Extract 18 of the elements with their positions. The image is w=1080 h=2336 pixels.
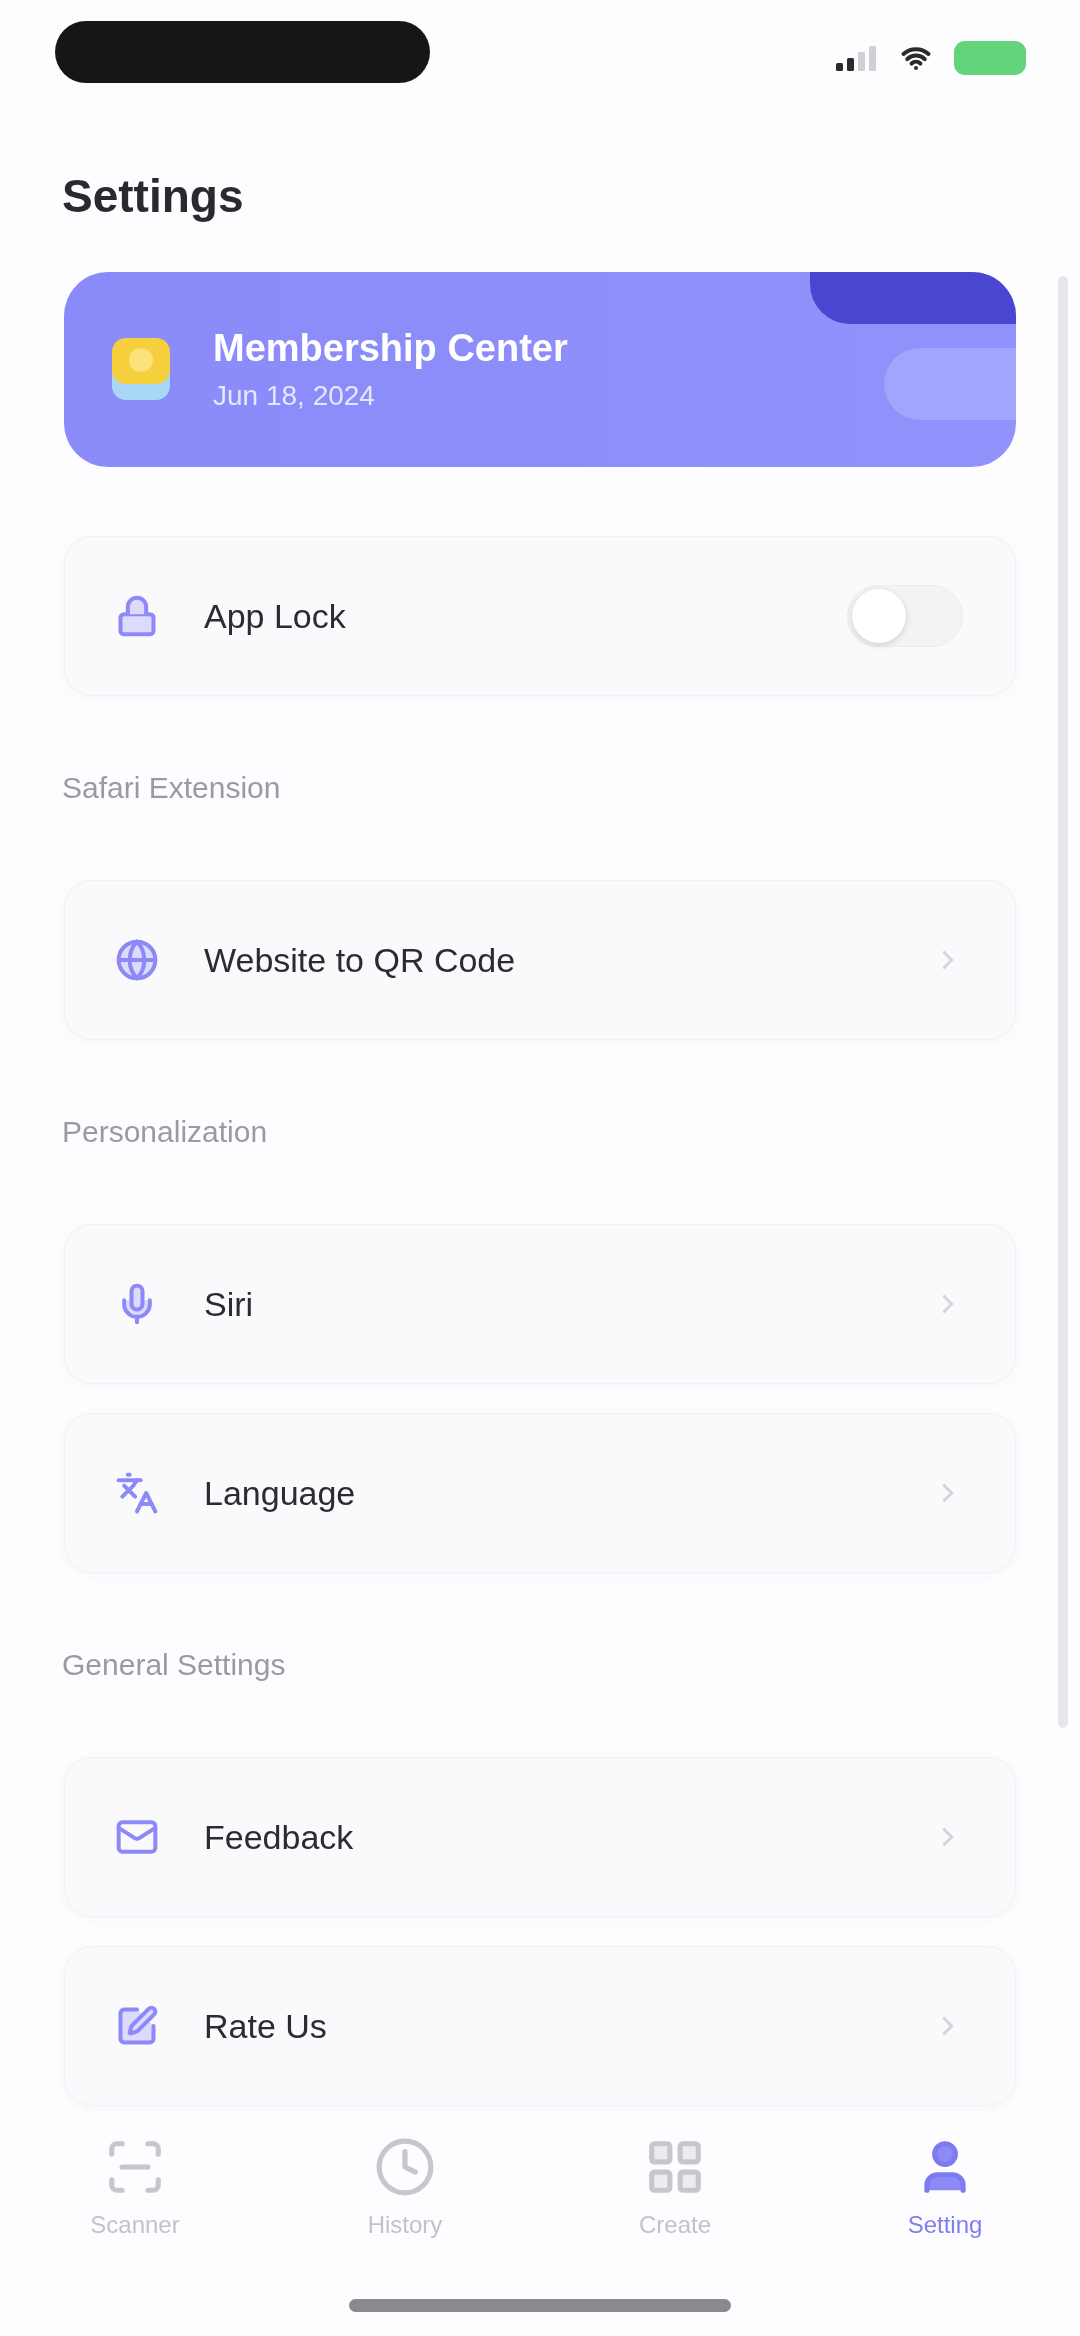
settings-row[interactable]: Language xyxy=(64,1413,1016,1574)
globe-icon xyxy=(115,938,159,983)
lock-icon xyxy=(115,594,159,639)
pill-button[interactable] xyxy=(884,347,1016,420)
setting-label: App Lock xyxy=(204,596,346,638)
membership-date: Jun 18, 2024 xyxy=(213,379,376,414)
settings-row[interactable]: Website to QR Code xyxy=(64,880,1016,1041)
section-heading: General Settings xyxy=(62,1647,287,1684)
membership-title: Membership Center xyxy=(213,326,568,372)
signal-icon xyxy=(836,45,878,71)
section-heading: Safari Extension xyxy=(62,770,282,807)
settings-row[interactable]: Siri xyxy=(64,1224,1016,1385)
battery-icon xyxy=(954,41,1026,75)
page-title: Settings xyxy=(62,168,244,224)
settings-row[interactable]: Rate Us xyxy=(64,1946,1016,2107)
section-heading: Personalization xyxy=(62,1114,269,1151)
translate-icon xyxy=(115,1471,159,1516)
settings-row[interactable]: Feedback xyxy=(64,1757,1016,1918)
